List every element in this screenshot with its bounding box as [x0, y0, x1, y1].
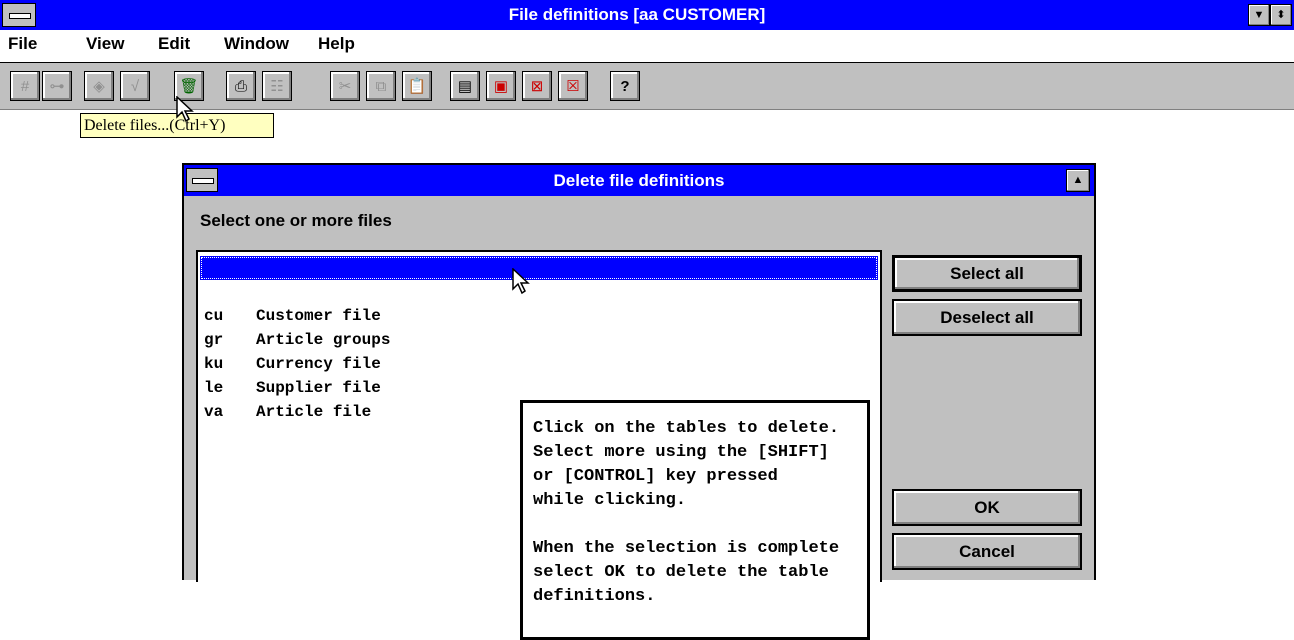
menu-file[interactable]: File	[8, 34, 37, 54]
file-list-item[interactable]: cu Customer file	[200, 280, 878, 325]
toolbar-check-button[interactable]: √	[120, 71, 150, 101]
file-listbox[interactable]: co Access customer cu Customer file gr Arti…	[196, 250, 882, 640]
minimize-button[interactable]: ▼	[1248, 4, 1270, 26]
toolbar-close-window-button[interactable]: ☒	[558, 71, 588, 101]
file-name: Article file	[256, 403, 372, 421]
menu-edit[interactable]: Edit	[158, 34, 190, 54]
toolbar-key-button[interactable]: ⊶	[42, 71, 72, 101]
dialog-title: Delete file definitions	[553, 171, 725, 190]
paste-icon: 📋	[407, 78, 427, 95]
delete-file-definitions-dialog: Delete file definitions ▲ Select one or …	[182, 163, 1096, 640]
tile-icon: ▤	[457, 78, 473, 95]
toolbar-print-button[interactable]: ⎙	[226, 71, 256, 101]
cut-icon: ✂	[338, 78, 352, 95]
menu-bar: File View Edit Window Help	[0, 30, 1294, 63]
note-line: while clicking.	[533, 491, 687, 510]
restore-button[interactable]: ⬍	[1270, 4, 1292, 26]
file-list-item[interactable]: va Article file	[200, 376, 878, 421]
file-list-item[interactable]: gr Article groups	[200, 304, 878, 349]
toolbar-view-button[interactable]: ◈	[84, 71, 114, 101]
help-icon: ?	[620, 77, 630, 95]
file-list-item[interactable]: ku Currency file	[200, 328, 878, 373]
select-all-button[interactable]: Select all	[892, 255, 1082, 292]
note-line: or [CONTROL] key pressed	[533, 467, 778, 486]
deselect-all-button[interactable]: Deselect all	[892, 299, 1082, 336]
toolbar-close-all-button[interactable]: ⊠	[522, 71, 552, 101]
minimize-arrow-icon: ▼	[1253, 9, 1265, 21]
note-line: select OK to delete the table	[533, 563, 829, 582]
system-menu-button[interactable]	[2, 3, 36, 27]
dialog-title-bar: Delete file definitions ▲	[184, 165, 1094, 196]
toolbar-cut-button[interactable]: ✂	[330, 71, 360, 101]
menu-window[interactable]: Window	[224, 34, 289, 54]
dialog-system-menu-button[interactable]	[186, 168, 218, 192]
check-icon: √	[130, 77, 140, 95]
close-all-icon: ⊠	[530, 78, 544, 95]
properties-icon: ☷	[270, 78, 284, 95]
printer-icon: ⎙	[234, 77, 247, 95]
close-window-icon: ☒	[566, 78, 580, 95]
instruction-note: Click on the tables to delete. Select mo…	[520, 400, 870, 640]
menu-view[interactable]: View	[86, 34, 124, 54]
toolbar-paste-button[interactable]: 📋	[402, 71, 432, 101]
note-line: When the selection is complete	[533, 539, 840, 558]
mouse-pointer-icon	[176, 96, 194, 123]
toolbar-cascade-button[interactable]: ▣	[486, 71, 516, 101]
file-code: va	[204, 403, 224, 421]
ok-button[interactable]: OK	[892, 489, 1082, 526]
cancel-button[interactable]: Cancel	[892, 533, 1082, 570]
note-line: Click on the tables to delete.	[533, 419, 840, 438]
toolbar-properties-button[interactable]: ☷	[262, 71, 292, 101]
toolbar-index-button[interactable]: #	[10, 71, 40, 101]
toolbar-copy-button[interactable]: ⧉	[366, 71, 396, 101]
copy-icon: ⧉	[375, 77, 387, 95]
dialog-prompt: Select one or more files	[200, 211, 392, 230]
file-list-item[interactable]: le Supplier file	[200, 352, 878, 397]
file-list-item[interactable]: co Access customer	[200, 256, 878, 301]
cascade-icon: ▣	[493, 78, 509, 95]
toolbar-tile-button[interactable]: ▤	[450, 71, 480, 101]
mouse-pointer-icon	[512, 268, 530, 295]
menu-help[interactable]: Help	[318, 34, 355, 54]
index-icon: #	[20, 77, 30, 95]
note-line: definitions.	[533, 587, 656, 606]
key-icon: ⊶	[49, 78, 65, 95]
eye-icon: ◈	[93, 78, 105, 95]
restore-arrow-icon: ⬍	[1276, 9, 1286, 21]
dialog-maximize-button[interactable]: ▲	[1066, 169, 1090, 192]
trash-icon: 🗑	[179, 78, 199, 95]
main-title-bar: File definitions [aa CUSTOMER] ▼ ⬍	[0, 0, 1294, 30]
window-title: File definitions [aa CUSTOMER]	[508, 5, 766, 24]
toolbar-help-button[interactable]: ?	[610, 71, 640, 101]
note-line: Select more using the [SHIFT]	[533, 443, 829, 462]
maximize-arrow-icon: ▲	[1072, 174, 1084, 186]
